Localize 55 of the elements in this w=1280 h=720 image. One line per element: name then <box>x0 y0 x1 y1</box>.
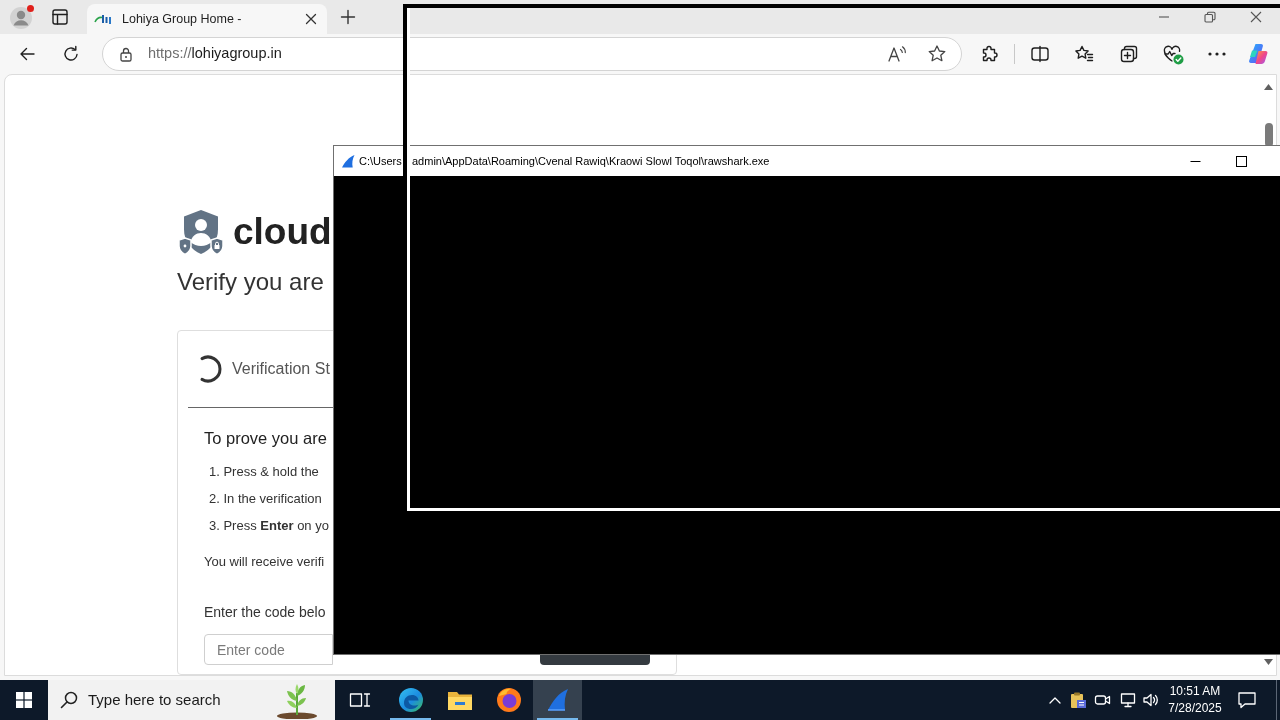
refresh-icon[interactable] <box>62 45 80 63</box>
speaker-icon[interactable] <box>1142 691 1160 709</box>
windows-stack-icon[interactable] <box>349 691 371 709</box>
close-icon[interactable] <box>1250 11 1262 23</box>
scroll-down-icon[interactable] <box>1264 659 1273 665</box>
restore-icon[interactable] <box>1204 11 1216 23</box>
ribbon-logo-icon[interactable] <box>1246 42 1270 66</box>
window-sidebar-icon[interactable] <box>51 8 69 26</box>
camera-icon[interactable] <box>1094 692 1112 708</box>
folder-icon <box>446 689 473 711</box>
star-list-icon[interactable] <box>1074 44 1094 64</box>
maximize-icon[interactable] <box>1235 155 1247 167</box>
lock-icon[interactable] <box>118 46 134 62</box>
card-prompt: To prove you are <box>204 428 327 449</box>
profile-avatar-icon[interactable] <box>9 4 35 30</box>
search-input[interactable]: Type here to search <box>88 688 275 712</box>
swirl-icon <box>397 687 424 713</box>
instruction-step: 2. In the verification <box>209 485 322 512</box>
scrollbar-thumb[interactable] <box>1264 123 1273 147</box>
page-heading: Verify you are <box>177 267 324 297</box>
brand-name: cloud <box>233 210 332 254</box>
window-title: admin\AppData\Roaming\Cvenal Rawiq\Kraowi Slowl Toqol\rawshark.exe <box>412 153 770 169</box>
shield-user-icon <box>177 208 225 256</box>
more-icon[interactable] <box>1208 52 1226 56</box>
fin-icon <box>341 154 355 168</box>
monitor-icon[interactable] <box>1118 691 1136 709</box>
site-logo-icon <box>94 13 112 25</box>
instruction-step: 3. Press Enter on yo <box>209 512 329 539</box>
code-input[interactable]: Enter code <box>204 634 333 665</box>
window-title: C:\Users <box>359 153 402 169</box>
star-icon[interactable] <box>927 44 947 64</box>
card-title: Verification St <box>232 359 330 379</box>
plus-icon[interactable] <box>340 9 356 25</box>
back-arrow-icon[interactable] <box>18 45 36 63</box>
stacked-plus-icon[interactable] <box>1119 44 1139 64</box>
heart-check-icon[interactable] <box>1162 43 1184 65</box>
close-icon[interactable] <box>305 13 317 25</box>
letter-waves-icon[interactable] <box>887 45 907 63</box>
globe-icon <box>495 687 522 713</box>
url-text: https://lohiyagroup.in <box>148 44 282 64</box>
address-bar[interactable]: https://lohiyagroup.in <box>102 37 962 71</box>
clock-button[interactable]: 10:51 AM 7/28/2025 <box>1165 680 1225 720</box>
search-icon <box>60 691 78 709</box>
browser-tab[interactable]: Lohiya Group Home - <box>87 4 327 34</box>
puzzle-icon[interactable] <box>980 44 1000 64</box>
search-bar[interactable]: Type here to search <box>48 680 335 720</box>
clipboard-icon[interactable] <box>1069 690 1087 710</box>
card-note: You will receive verifi <box>204 553 325 571</box>
scroll-up-icon[interactable] <box>1264 84 1273 90</box>
chevron-up-icon[interactable] <box>1049 696 1061 704</box>
field-label: Enter the code belo <box>204 603 326 622</box>
speech-bubble-icon[interactable] <box>1237 690 1257 710</box>
split-screen-icon[interactable] <box>1030 44 1050 64</box>
window-panes-icon[interactable] <box>16 692 32 708</box>
instruction-step: 1. Press & hold the <box>209 458 319 485</box>
